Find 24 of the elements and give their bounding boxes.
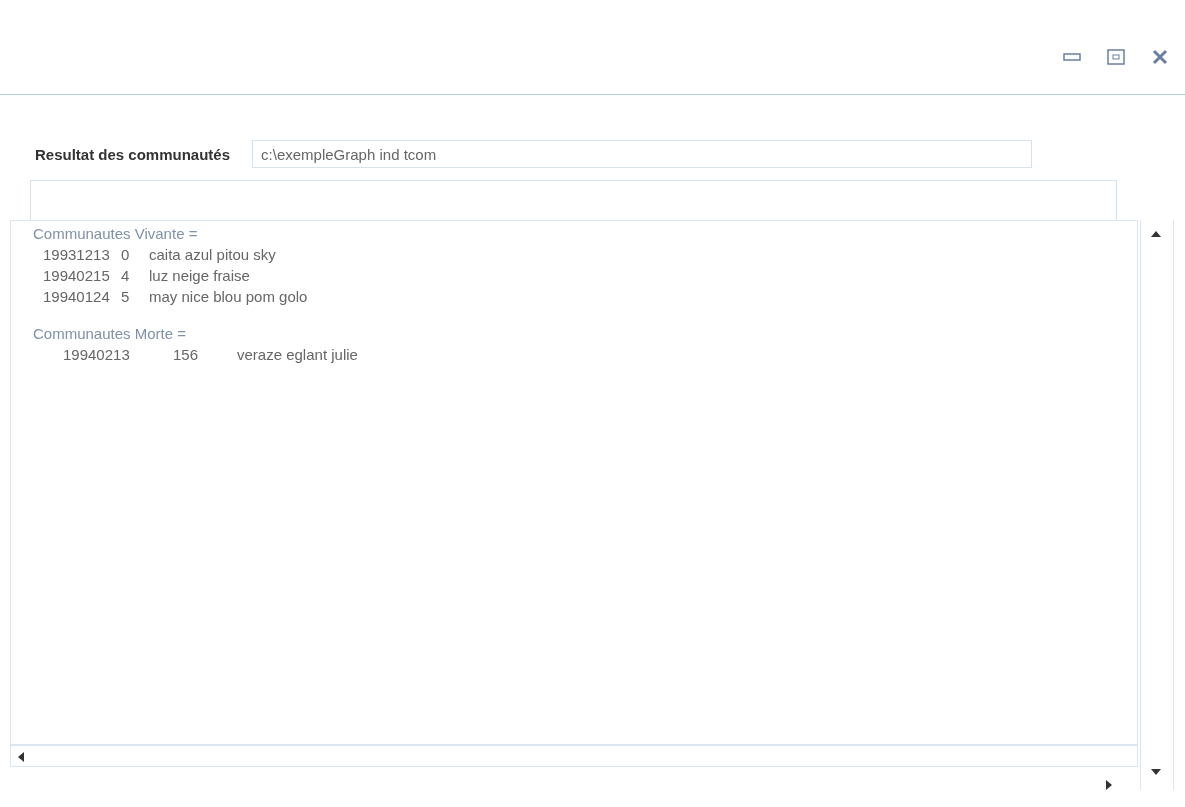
id-text: 4	[121, 266, 131, 286]
names-text: may nice blou pom golo	[149, 287, 308, 307]
horizontal-scrollbar[interactable]	[10, 745, 1138, 767]
section-heading: Communautes Morte =	[33, 324, 187, 344]
field-label: Resultat des communautés	[35, 145, 231, 163]
scroll-down-icon[interactable]	[1151, 768, 1161, 776]
id-text: 5	[121, 287, 131, 307]
output-text-area[interactable]: Communautes Vivante = 19931213 0 caita azul pitou sky 19940215 4 luz neige fraise 19940124 5 may nice blou pom golo Communautes Morte = 19940213 156 veraze eglant julie	[10, 220, 1138, 745]
scroll-left-icon[interactable]	[17, 752, 25, 762]
id-text: 156	[173, 345, 200, 365]
scroll-up-icon[interactable]	[1151, 230, 1161, 238]
date-text: 19940215	[43, 266, 111, 286]
scroll-right-icon[interactable]	[1105, 780, 1113, 790]
vertical-scrollbar[interactable]	[1140, 220, 1174, 790]
section-heading: Communautes Vivante =	[33, 224, 199, 244]
names-text: caita azul pitou sky	[149, 245, 276, 265]
id-text: 0	[121, 245, 131, 265]
path-field[interactable]: c:\exempleGraph ind tcom	[252, 140, 1033, 168]
date-text: 19940124	[43, 287, 111, 307]
date-text: 19931213	[43, 245, 111, 265]
maximize-icon[interactable]	[1105, 48, 1127, 66]
names-text: veraze eglant julie	[237, 345, 358, 365]
names-text: luz neige fraise	[149, 266, 250, 286]
date-text: 19940213	[63, 345, 131, 365]
